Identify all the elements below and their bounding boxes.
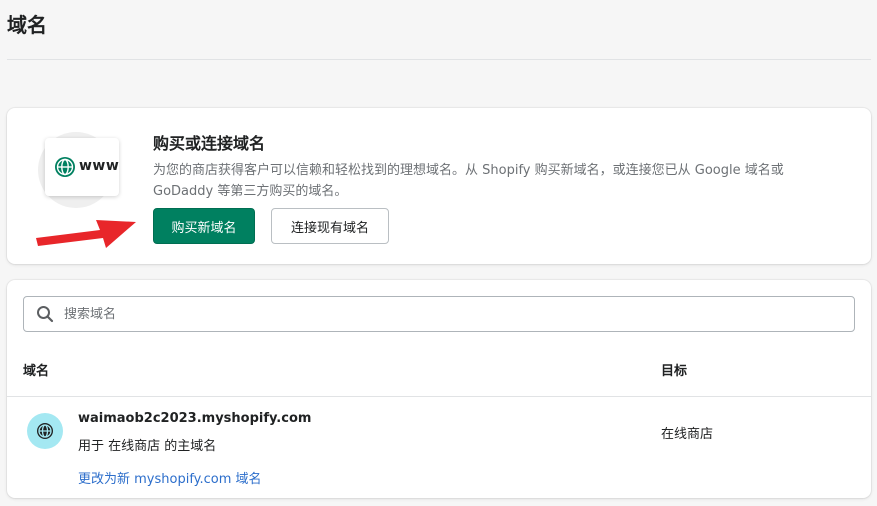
globe-icon bbox=[37, 423, 53, 439]
domain-subtitle: 用于 在线商店 的主域名 bbox=[78, 439, 217, 454]
search-icon bbox=[37, 306, 54, 323]
annotation-arrow-icon bbox=[36, 220, 136, 248]
domain-target: 在线商店 bbox=[661, 427, 714, 442]
page-title: 域名 bbox=[7, 13, 47, 37]
search-box[interactable] bbox=[23, 296, 855, 332]
column-header-domain: 域名 bbox=[23, 364, 50, 379]
header-divider bbox=[7, 59, 871, 60]
domains-list-card: 域名 目标 waimaob2c2023.myshopify.com 用于 在线商… bbox=[7, 280, 871, 498]
card-description: 为您的商店获得客户可以信赖和轻松找到的理想域名。从 Shopify 购买新域名，… bbox=[153, 163, 784, 199]
domain-name: waimaob2c2023.myshopify.com bbox=[78, 411, 312, 426]
illustration-www-label: www bbox=[79, 158, 120, 174]
search-input[interactable] bbox=[64, 306, 854, 322]
table-divider bbox=[7, 396, 871, 397]
card-title: 购买或连接域名 bbox=[153, 134, 266, 153]
column-header-target: 目标 bbox=[661, 364, 688, 379]
change-myshopify-domain-link[interactable]: 更改为新 myshopify.com 域名 bbox=[78, 468, 262, 487]
globe-icon bbox=[55, 157, 75, 177]
connect-existing-domain-button[interactable]: 连接现有域名 bbox=[271, 208, 389, 244]
buy-new-domain-button[interactable]: 购买新域名 bbox=[153, 208, 255, 244]
domain-avatar bbox=[27, 413, 63, 449]
